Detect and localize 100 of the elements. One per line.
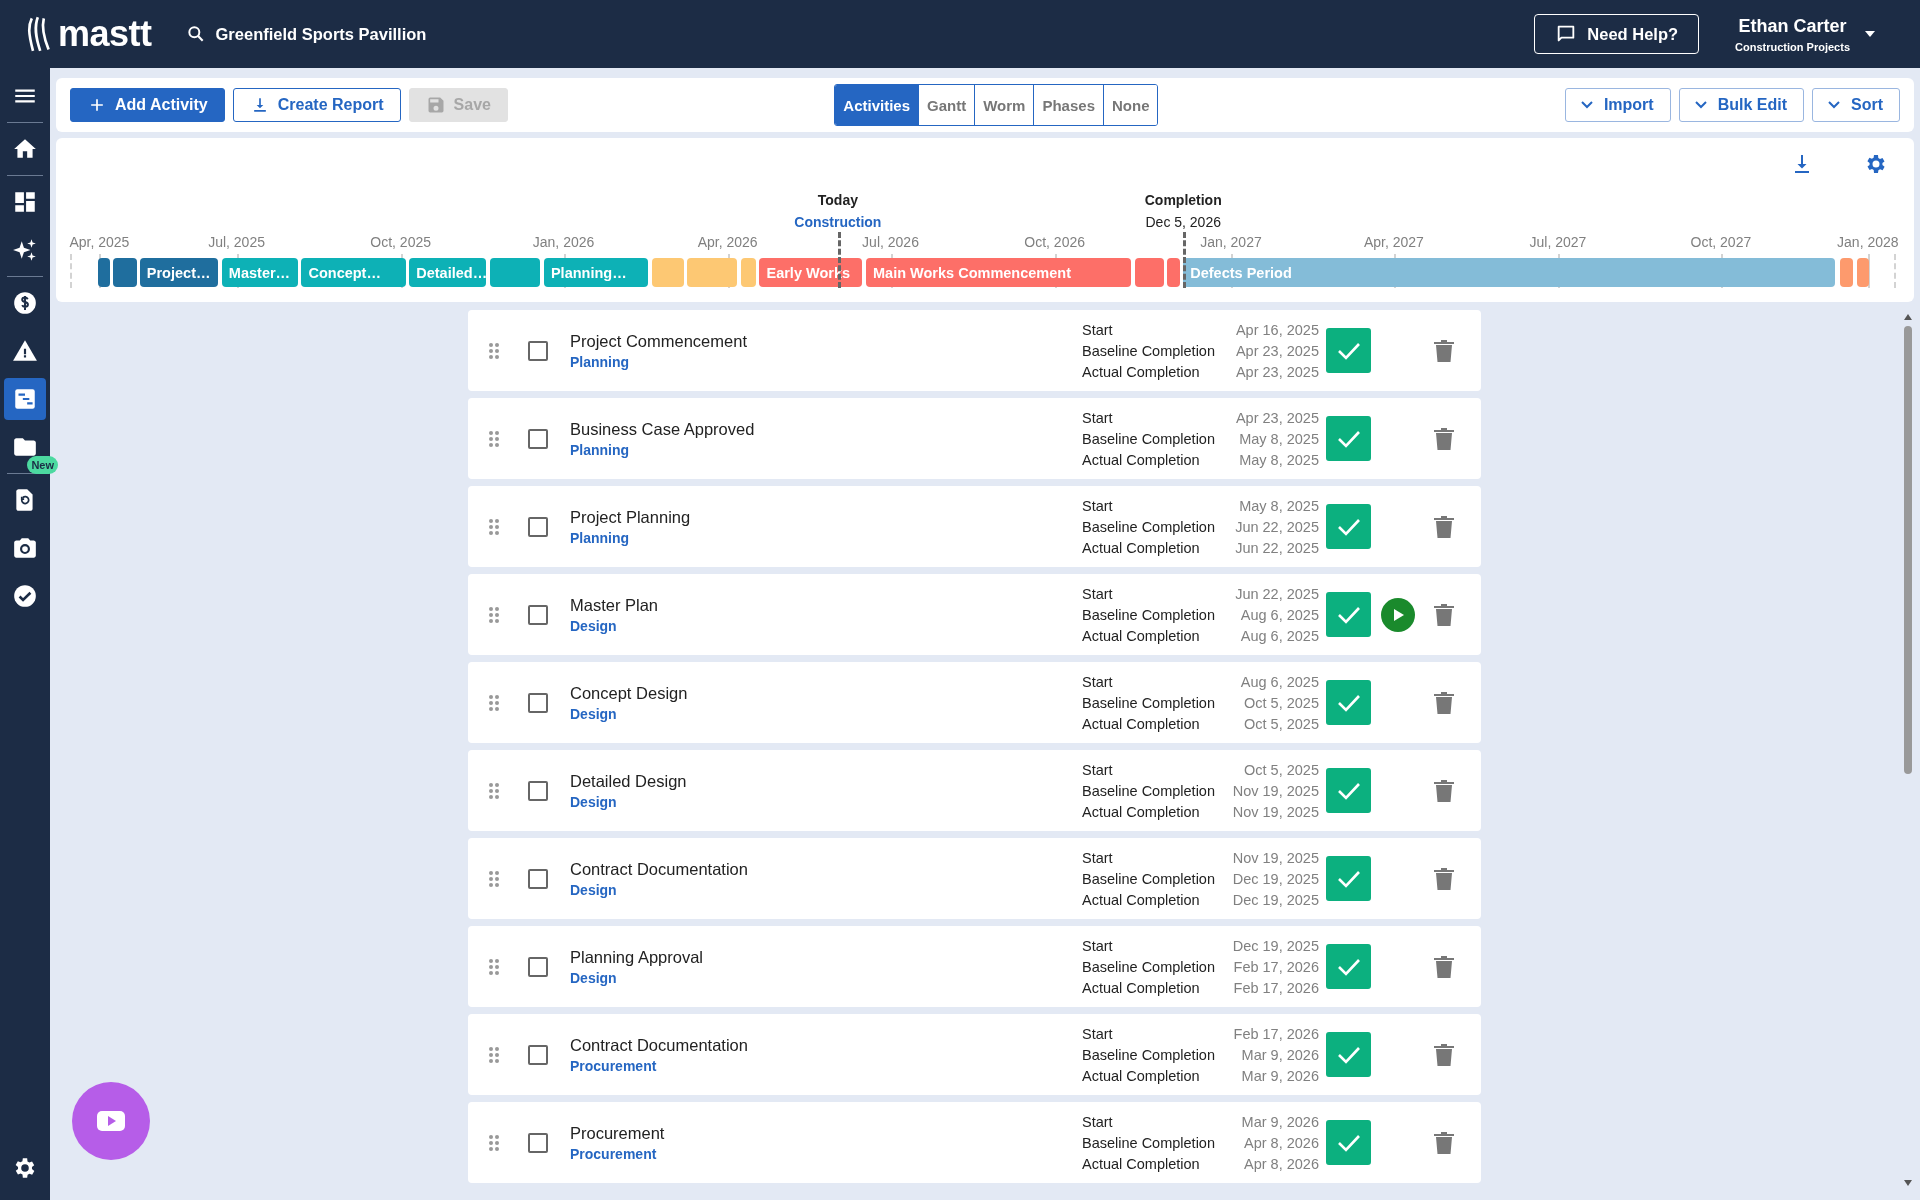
phase-link[interactable]: Design <box>570 617 1082 634</box>
create-report-button[interactable]: Create Report <box>232 88 401 122</box>
timeline-bar[interactable]: Project… <box>139 258 219 287</box>
drag-handle-icon[interactable] <box>488 429 500 448</box>
sparkle-icon[interactable] <box>12 237 38 263</box>
drag-handle-icon[interactable] <box>488 781 500 800</box>
trash-icon[interactable] <box>1433 866 1455 891</box>
view-tab[interactable]: Activities <box>835 85 919 125</box>
chevron-icon <box>1579 100 1594 110</box>
trash-icon[interactable] <box>1433 1042 1455 1067</box>
date-label: Start <box>1082 321 1114 338</box>
timeline-bar[interactable] <box>112 258 138 287</box>
complete-toggle[interactable] <box>1326 416 1371 461</box>
checkbox[interactable] <box>528 604 548 625</box>
checkbox[interactable] <box>528 516 548 537</box>
trash-icon[interactable] <box>1433 514 1455 539</box>
activity-card[interactable]: Project Planning Planning Start May 8, 2025 Baseline Completion Jun 22, 2025 Actual Completion Jun 22, 2025 <box>468 486 1481 567</box>
date-label: Baseline Completion <box>1082 430 1215 447</box>
date-label: Actual Completion <box>1082 627 1201 644</box>
activity-card[interactable]: Business Case Approved Planning Start Apr 23, 2025 Baseline Completion May 8, 2025 Actual Completion May 8, 2025 <box>468 398 1481 479</box>
date-value: Aug 6, 2025 <box>1239 673 1319 690</box>
axis-label: Oct, 2025 <box>370 234 431 250</box>
trash-icon[interactable] <box>1433 1130 1455 1155</box>
warning-icon[interactable] <box>12 338 38 364</box>
complete-toggle[interactable] <box>1326 768 1371 813</box>
dropdown-button[interactable]: Import <box>1564 88 1671 122</box>
activity-card[interactable]: Contract Documentation Procurement Start Feb 17, 2026 Baseline Completion Mar 9, 2026 Actual Completion Mar 9, 2026 <box>468 1014 1481 1095</box>
help-button[interactable]: Need Help? <box>1534 14 1700 54</box>
date-label: Start <box>1082 497 1114 514</box>
scrollbar[interactable] <box>1902 312 1914 1188</box>
drag-handle-icon[interactable] <box>488 957 500 976</box>
drag-handle-icon[interactable] <box>488 605 500 624</box>
checkbox[interactable] <box>528 780 548 801</box>
complete-toggle[interactable] <box>1326 680 1371 725</box>
complete-toggle[interactable] <box>1326 1032 1371 1077</box>
phase-link[interactable]: Procurement <box>570 1057 1082 1074</box>
dashboard-icon[interactable] <box>12 189 38 215</box>
add-activity-button[interactable]: Add Activity <box>70 88 225 122</box>
drag-handle-icon[interactable] <box>488 517 500 536</box>
logo-text[interactable]: mastt <box>58 13 152 55</box>
trash-icon[interactable] <box>1433 690 1455 715</box>
project-name[interactable]: Greenfield Sports Pavillion <box>215 24 427 44</box>
activity-card[interactable]: Concept Design Design Start Aug 6, 2025 Baseline Completion Oct 5, 2025 Actual Completion Oct 5, 2025 <box>468 662 1481 743</box>
phase-link[interactable]: Design <box>570 793 1082 810</box>
user-name[interactable]: Ethan Carter <box>1738 15 1847 37</box>
checkbox[interactable] <box>528 340 548 361</box>
complete-toggle[interactable] <box>1326 504 1371 549</box>
trash-icon[interactable] <box>1433 602 1455 627</box>
checkbox[interactable] <box>528 868 548 889</box>
complete-toggle[interactable] <box>1326 592 1371 637</box>
search-icon[interactable] <box>185 24 206 44</box>
dropdown-button[interactable]: Bulk Edit <box>1678 88 1804 122</box>
drag-handle-icon[interactable] <box>488 1133 500 1152</box>
complete-toggle[interactable] <box>1326 1120 1371 1165</box>
activity-card[interactable]: Master Plan Design Start Jun 22, 2025 Baseline Completion Aug 6, 2025 Actual Completion Aug 6, 2025 <box>468 574 1481 655</box>
activity-card[interactable]: Detailed Design Design Start Oct 5, 2025 Baseline Completion Nov 19, 2025 Actual Completion Nov 19, 2025 <box>468 750 1481 831</box>
activity-card[interactable]: Procurement Procurement Start Mar 9, 2026 Baseline Completion Apr 8, 2026 Actual Completion Apr 8, 2026 <box>468 1102 1481 1183</box>
phase-link[interactable]: Planning <box>570 529 1082 546</box>
checkbox[interactable] <box>528 692 548 713</box>
gantt-icon[interactable] <box>12 386 38 412</box>
drag-handle-icon[interactable] <box>488 869 500 888</box>
play-button[interactable] <box>1381 597 1415 632</box>
phase-link[interactable]: Design <box>570 881 1082 898</box>
phase-link[interactable]: Planning <box>570 441 1082 458</box>
phase-link[interactable]: Planning <box>570 353 1082 370</box>
check-icon[interactable] <box>12 583 38 609</box>
video-icon <box>96 1110 126 1132</box>
checkbox[interactable] <box>528 956 548 977</box>
complete-toggle[interactable] <box>1326 856 1371 901</box>
phase-link[interactable]: Design <box>570 705 1082 722</box>
activity-card[interactable]: Planning Approval Design Start Dec 19, 2025 Baseline Completion Feb 17, 2026 Actual Completion Feb 17, 2026 <box>468 926 1481 1007</box>
drag-handle-icon[interactable] <box>488 693 500 712</box>
dropdown-button[interactable]: Sort <box>1812 88 1900 122</box>
checkbox[interactable] <box>528 428 548 449</box>
activity-card[interactable]: Contract Documentation Design Start Nov 19, 2025 Baseline Completion Dec 19, 2025 Actual Completion Dec 19, 2025 <box>468 838 1481 919</box>
marker-title: Today <box>817 192 858 208</box>
date-label: Actual Completion <box>1082 979 1201 996</box>
dollar-icon[interactable] <box>12 290 38 316</box>
date-label: Actual Completion <box>1082 1067 1201 1084</box>
checkbox[interactable] <box>528 1044 548 1065</box>
trash-icon[interactable] <box>1433 778 1455 803</box>
checkbox[interactable] <box>528 1132 548 1153</box>
camera-icon[interactable] <box>12 535 38 561</box>
phase-link[interactable]: Design <box>570 969 1082 986</box>
drag-handle-icon[interactable] <box>488 1045 500 1064</box>
trash-icon[interactable] <box>1433 426 1455 451</box>
activity-card[interactable]: Project Commencement Planning Start Apr 16, 2025 Baseline Completion Apr 23, 2025 Actual Completion Apr 23, 2025 <box>468 310 1481 391</box>
complete-toggle[interactable] <box>1326 328 1371 373</box>
date-value: Apr 8, 2026 <box>1243 1134 1319 1151</box>
phase-link[interactable]: Procurement <box>570 1145 1082 1162</box>
timeline-bar[interactable] <box>98 258 111 287</box>
drag-handle-icon[interactable] <box>488 341 500 360</box>
caret-icon[interactable] <box>1864 30 1876 38</box>
date-value: Apr 16, 2025 <box>1234 321 1319 338</box>
view-tab[interactable]: None <box>1103 85 1158 125</box>
chevron-icon <box>1693 100 1708 110</box>
trash-icon[interactable] <box>1433 954 1455 979</box>
complete-toggle[interactable] <box>1326 944 1371 989</box>
trash-icon[interactable] <box>1433 338 1455 363</box>
timeline-bar[interactable] <box>490 258 541 287</box>
